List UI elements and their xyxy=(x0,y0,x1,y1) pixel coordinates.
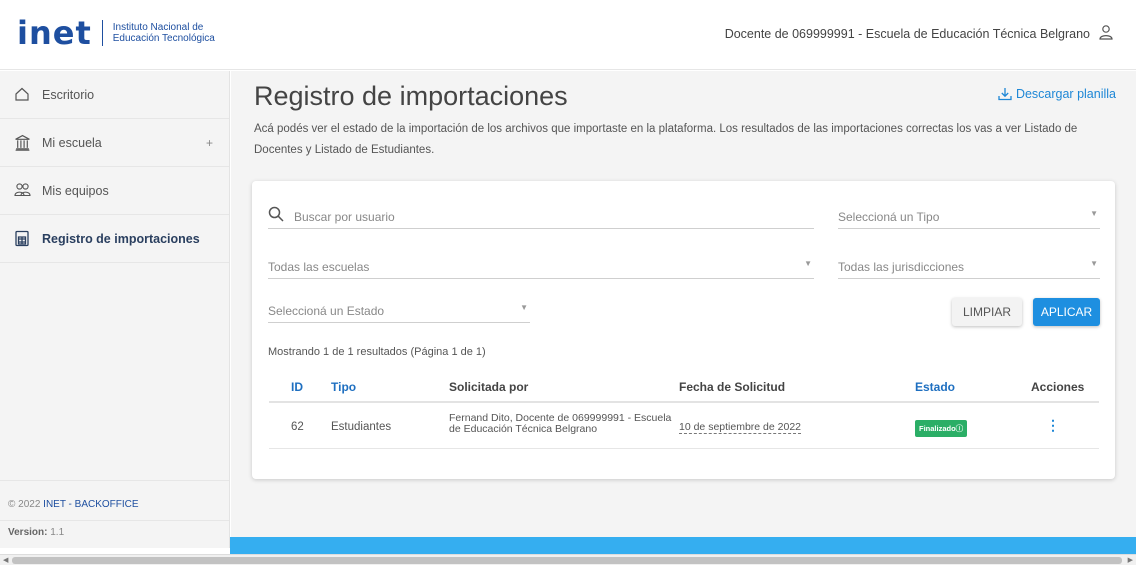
chevron-down-icon: ▼ xyxy=(1090,259,1098,268)
search-placeholder: Buscar por usuario xyxy=(294,210,395,224)
column-tipo[interactable]: Tipo xyxy=(331,380,356,394)
apply-button[interactable]: APLICAR xyxy=(1033,298,1100,326)
type-select[interactable]: Seleccioná un Tipo ▼ xyxy=(838,205,1100,229)
page-title: Registro de importaciones xyxy=(254,81,568,111)
scroll-left-arrow-icon[interactable]: ◀ xyxy=(3,556,8,564)
search-icon xyxy=(268,206,284,225)
results-summary: Mostrando 1 de 1 resultados (Página 1 de… xyxy=(268,346,486,358)
column-acciones: Acciones xyxy=(1031,380,1085,394)
inet-backoffice-link[interactable]: INET - BACKOFFICE xyxy=(43,499,138,510)
chevron-down-icon: ▼ xyxy=(1090,209,1098,218)
cell-solicitada: Fernand Dito, Docente de 069999991 - Esc… xyxy=(449,412,672,435)
copyright: © 2022 INET - BACKOFFICE xyxy=(0,480,229,520)
sidebar-item-label: Mis equipos xyxy=(42,183,109,198)
clear-button[interactable]: LIMPIAR xyxy=(952,298,1022,326)
home-icon xyxy=(14,86,32,104)
download-icon xyxy=(998,88,1012,101)
expand-plus-icon[interactable]: + xyxy=(206,136,213,150)
table-header: ID Tipo Solicitada por Fecha de Solicitu… xyxy=(269,371,1099,403)
logo-wordmark: inet xyxy=(17,14,92,52)
user-role-label: Docente de 069999991 - Escuela de Educac… xyxy=(724,27,1090,41)
inet-logo[interactable]: inet Instituto Nacional de Educación Tec… xyxy=(17,14,215,52)
column-id[interactable]: ID xyxy=(291,380,303,394)
chevron-down-icon: ▼ xyxy=(804,259,812,268)
table-row[interactable]: 62 Estudiantes Fernand Dito, Docente de … xyxy=(269,405,1099,449)
horizontal-scrollbar[interactable]: ◀ ▶ xyxy=(0,554,1136,565)
column-estado[interactable]: Estado xyxy=(915,380,955,394)
sidebar-item-label: Escritorio xyxy=(42,87,95,102)
school-building-icon xyxy=(14,134,32,152)
cell-tipo: Estudiantes xyxy=(331,421,392,433)
sidebar-item-mi-escuela[interactable]: Mi escuela + xyxy=(0,119,229,167)
schools-select[interactable]: Todas las escuelas ▼ xyxy=(268,255,814,279)
download-template-link[interactable]: Descargar planilla xyxy=(998,87,1116,101)
top-bar: inet Instituto Nacional de Educación Tec… xyxy=(0,0,1136,70)
scroll-right-arrow-icon[interactable]: ▶ xyxy=(1128,556,1133,564)
row-actions-menu-icon[interactable]: ⋮ xyxy=(1046,417,1060,434)
scrollbar-thumb[interactable] xyxy=(12,557,1122,564)
logo-divider xyxy=(101,20,103,46)
sidebar-item-registro-importaciones[interactable]: Registro de importaciones xyxy=(0,215,229,263)
sidebar-item-label: Mi escuela xyxy=(42,135,102,150)
search-input[interactable]: Buscar por usuario xyxy=(268,205,814,229)
jurisdictions-select[interactable]: Todas las jurisdicciones ▼ xyxy=(838,255,1100,279)
info-icon: ⓘ xyxy=(955,424,964,433)
sidebar-footer: © 2022 INET - BACKOFFICE Version: 1.1 xyxy=(0,480,229,548)
status-badge: Finalizadoⓘ xyxy=(915,420,968,437)
version-info: Version: 1.1 xyxy=(0,520,229,548)
team-icon xyxy=(14,182,32,200)
sidebar-item-mis-equipos[interactable]: Mis equipos xyxy=(0,167,229,215)
sidebar: Escritorio Mi escuela + Mis equipos Regi… xyxy=(0,71,230,548)
page-description: Acá podés ver el estado de la importació… xyxy=(254,123,1078,156)
logo-subtitle: Instituto Nacional de Educación Tecnológ… xyxy=(112,22,215,44)
sidebar-item-label: Registro de importaciones xyxy=(42,231,200,246)
sidebar-item-escritorio[interactable]: Escritorio xyxy=(0,71,229,119)
chevron-down-icon: ▼ xyxy=(520,303,528,312)
column-fecha: Fecha de Solicitud xyxy=(679,380,786,394)
bottom-accent-bar xyxy=(230,537,1136,554)
main-content: Registro de importaciones Descargar plan… xyxy=(231,71,1136,537)
cell-fecha: 10 de septiembre de 2022 xyxy=(679,421,802,434)
spreadsheet-icon xyxy=(14,230,32,248)
state-select[interactable]: Seleccioná un Estado ▼ xyxy=(268,299,530,323)
user-icon[interactable] xyxy=(1098,24,1114,40)
imports-card: Buscar por usuario Seleccioná un Tipo ▼ … xyxy=(252,181,1115,479)
cell-id: 62 xyxy=(291,421,304,433)
column-solicitada: Solicitada por xyxy=(449,380,529,394)
